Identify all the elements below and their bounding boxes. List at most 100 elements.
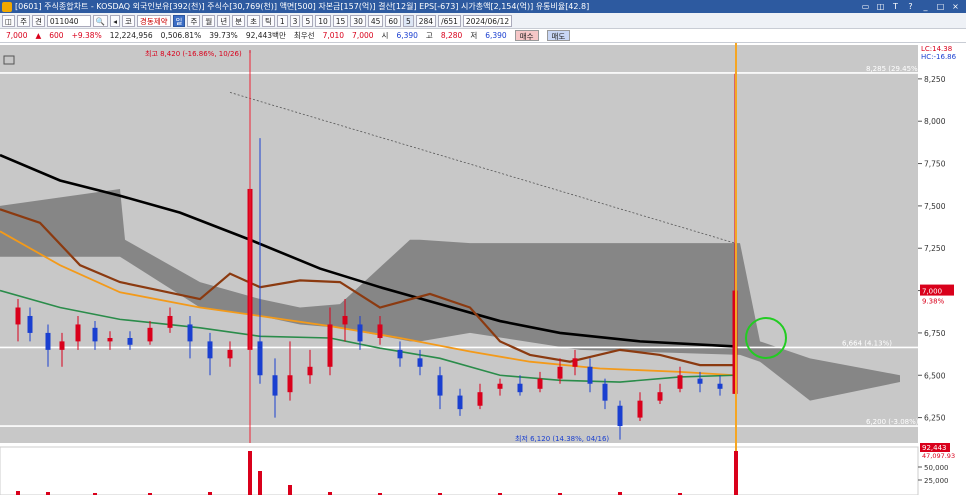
chart-area[interactable]: 8,250 8,000 7,750 7,500 7,250 7,000 6,750 6,500… bbox=[0, 43, 966, 495]
maximize-button[interactable]: □ bbox=[936, 0, 945, 13]
interval-15[interactable]: 15 bbox=[332, 14, 349, 27]
candle-body bbox=[45, 332, 51, 350]
open-label: 시 bbox=[381, 31, 389, 40]
count-total: /651 bbox=[438, 14, 461, 27]
text-icon[interactable]: T bbox=[891, 0, 900, 13]
y-tick-label: 6,750 bbox=[924, 329, 946, 338]
y-tick-label: 7,250 bbox=[924, 244, 946, 253]
y-tick-label: 7,750 bbox=[924, 160, 946, 169]
y-tick-label: 6,250 bbox=[924, 414, 946, 423]
price-change: 600 bbox=[49, 31, 64, 40]
candle-body bbox=[307, 366, 313, 376]
window-title: [0601] 주식종합차트 - KOSDAQ 외국인보유[392(천)] 주식수… bbox=[15, 2, 590, 11]
period-day[interactable]: 일 bbox=[172, 14, 186, 27]
candle-body bbox=[617, 405, 623, 427]
volume-tick-label: 25,000 bbox=[924, 477, 949, 485]
candle-body bbox=[342, 315, 348, 325]
window-buttons: ▭ ◫ T ? _ □ × bbox=[861, 0, 966, 13]
candle-body bbox=[517, 383, 523, 393]
interval-10[interactable]: 10 bbox=[315, 14, 331, 27]
candle-body bbox=[15, 307, 21, 325]
period-month[interactable]: 월 bbox=[202, 14, 216, 27]
volume-bar bbox=[258, 471, 262, 495]
buy-button[interactable]: 매수 bbox=[514, 30, 539, 41]
candle-body bbox=[357, 324, 363, 342]
candle-body bbox=[107, 337, 113, 342]
interval-3[interactable]: 3 bbox=[289, 14, 301, 27]
tool-gyeon[interactable]: 견 bbox=[32, 14, 45, 27]
price-change-pct: +9.38% bbox=[71, 31, 102, 40]
best-label: 최우선 bbox=[293, 31, 315, 40]
volume-tick-label: 50,000 bbox=[924, 464, 949, 472]
sell-button[interactable]: 매도 bbox=[546, 30, 571, 41]
close-button[interactable]: × bbox=[951, 0, 960, 13]
best-bid: 7,000 bbox=[352, 31, 374, 40]
lc-label: LC:14.38 bbox=[921, 45, 952, 53]
candle-body bbox=[272, 375, 278, 396]
candle-body bbox=[537, 378, 543, 389]
stock-name[interactable]: 경동제약 bbox=[136, 14, 171, 27]
market-prefix[interactable]: 코 bbox=[122, 14, 135, 27]
candle-body bbox=[637, 400, 643, 418]
tool-ju[interactable]: 주 bbox=[17, 14, 30, 27]
price-tag-pct: 9.38% bbox=[922, 298, 945, 306]
candle-body bbox=[417, 358, 423, 367]
period-second[interactable]: 초 bbox=[247, 14, 260, 27]
toolbar: ◫ 주 견 011040 🔍 ◂ 코 경동제약 일 주 월 년 분 초 틱 1 … bbox=[0, 13, 966, 29]
title-bar: [0601] 주식종합차트 - KOSDAQ 외국인보유[392(천)] 주식수… bbox=[0, 0, 966, 13]
panel-icon[interactable]: ◫ bbox=[2, 14, 16, 27]
period-minute[interactable]: 분 bbox=[232, 14, 246, 27]
level-bot-label: 6,200 (-3.08%) bbox=[866, 418, 919, 426]
candle-body bbox=[557, 366, 563, 379]
high-price: 8,280 bbox=[440, 31, 463, 40]
candle-body bbox=[327, 324, 333, 367]
split-icon[interactable]: ◫ bbox=[876, 0, 885, 13]
candle-body bbox=[572, 358, 578, 367]
candle-body bbox=[167, 315, 173, 328]
open-price: 6,390 bbox=[396, 31, 418, 40]
period-week[interactable]: 주 bbox=[187, 14, 201, 27]
price-chart[interactable]: 8,250 8,000 7,750 7,500 7,250 7,000 6,750 6,500… bbox=[0, 43, 966, 495]
high-label: 고 bbox=[425, 31, 433, 40]
interval-30[interactable]: 30 bbox=[350, 14, 366, 27]
candle-body bbox=[207, 341, 213, 359]
prev-icon[interactable]: ◂ bbox=[110, 14, 121, 27]
volume-pct: 0,506.81% bbox=[160, 31, 202, 40]
turnover: 39.73% bbox=[209, 31, 238, 40]
period-year[interactable]: 년 bbox=[217, 14, 231, 27]
candle-body bbox=[587, 366, 593, 384]
candle-body bbox=[457, 395, 463, 410]
interval-45[interactable]: 45 bbox=[367, 14, 384, 27]
volume-bar bbox=[248, 451, 252, 495]
candle-body bbox=[287, 375, 293, 393]
interval-60[interactable]: 60 bbox=[385, 14, 401, 27]
app-icon bbox=[2, 1, 12, 12]
count-input[interactable]: 284 bbox=[415, 14, 437, 27]
interval-custom[interactable]: 5 bbox=[402, 14, 414, 27]
candle-body bbox=[257, 341, 263, 376]
stock-code-input[interactable]: 011040 bbox=[46, 14, 91, 27]
volume-tag: 92,443 bbox=[922, 444, 947, 452]
layout-icon[interactable]: ▭ bbox=[861, 0, 870, 13]
price-bar: 7,000 ▲ 600 +9.38% 12,224,956 0,506.81% … bbox=[0, 29, 966, 43]
y-tick-label: 8,250 bbox=[924, 75, 946, 84]
y-tick-label: 6,500 bbox=[924, 371, 946, 380]
candle-body bbox=[477, 392, 483, 406]
search-icon[interactable]: 🔍 bbox=[92, 14, 109, 27]
best-ask: 7,010 bbox=[322, 31, 345, 40]
help-icon[interactable]: ? bbox=[906, 0, 915, 13]
volume-tag-secondary: 47,097.93 bbox=[922, 452, 955, 460]
candle-body bbox=[437, 375, 443, 396]
interval-5[interactable]: 5 bbox=[302, 14, 314, 27]
candle-body bbox=[75, 324, 81, 342]
volume-bar bbox=[16, 491, 20, 495]
interval-1[interactable]: 1 bbox=[276, 14, 288, 27]
date-input[interactable]: 2024/06/12 bbox=[462, 14, 513, 27]
volume: 12,224,956 bbox=[109, 31, 153, 40]
up-arrow-icon: ▲ bbox=[35, 31, 42, 40]
period-tick[interactable]: 틱 bbox=[261, 14, 275, 27]
level-top-label: 8,285 (29.45%) bbox=[866, 65, 921, 73]
candle-body bbox=[397, 349, 403, 359]
trade-amount: 92,443백만 bbox=[245, 31, 286, 40]
minimize-button[interactable]: _ bbox=[921, 0, 930, 13]
